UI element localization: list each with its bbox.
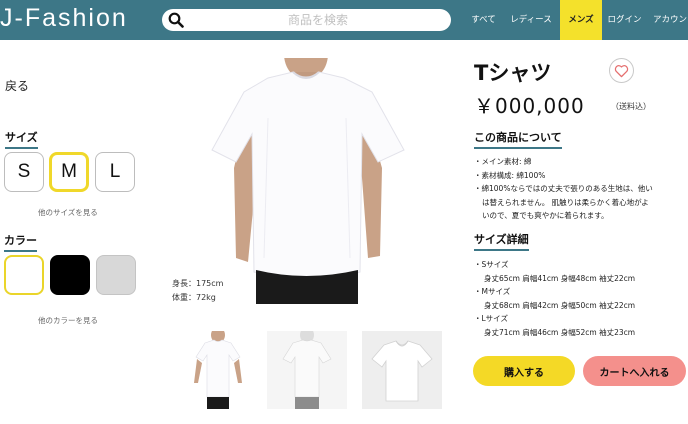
size-detail-heading: サイズ詳細 (474, 231, 529, 251)
size-detail-line: 身丈68cm 肩幅42cm 身幅50cm 袖丈22cm (484, 300, 636, 310)
about-line: ・綿100%ならではの丈夫で張りのある生地は、他い (474, 184, 653, 193)
search-bar[interactable] (162, 9, 451, 31)
top-header: J-Fashion すべて レディース メンズ ログイン アカウント (0, 0, 688, 40)
model-weight: 体重：72kg (172, 293, 216, 302)
product-description: ・メイン素材: 綿 ・素材構成: 綿100% ・綿100%ならではの丈夫で張りの… (474, 155, 688, 223)
thumbnail-2[interactable] (267, 331, 347, 409)
more-sizes-link[interactable]: 他のサイズを見る (38, 207, 98, 218)
site-logo[interactable]: J-Fashion (0, 4, 128, 33)
size-detail-line: ・Lサイズ (474, 314, 508, 323)
about-line: は替えられません。 肌触りは柔らかく着心地がよ (482, 197, 649, 207)
nav-account[interactable]: アカウント (647, 0, 688, 40)
size-option-m[interactable]: M (49, 152, 89, 192)
back-link[interactable]: 戻る (5, 77, 29, 94)
about-heading: この商品について (474, 129, 562, 149)
about-line: ・素材構成: 綿100% (474, 170, 546, 180)
size-option-s[interactable]: S (4, 152, 44, 192)
product-title: Tシャツ (474, 61, 552, 85)
size-detail-line: ・Mサイズ (474, 287, 511, 296)
color-option-black[interactable] (50, 255, 90, 295)
product-price: ￥000,000 (474, 94, 585, 118)
size-detail-line: 身丈65cm 肩幅41cm 身幅48cm 袖丈22cm (484, 273, 636, 283)
favorite-button[interactable] (609, 58, 634, 83)
add-to-cart-button[interactable]: カートへ入れる (583, 356, 686, 386)
nav-login[interactable]: ログイン (602, 0, 647, 40)
main-nav: すべて レディース メンズ ログイン アカウント (465, 0, 688, 40)
about-line: ・メイン素材: 綿 (474, 157, 532, 166)
main-product-image (172, 58, 440, 304)
size-detail-line: 身丈71cm 肩幅46cm 身幅52cm 袖丈23cm (484, 327, 636, 337)
nav-mens[interactable]: メンズ (560, 0, 602, 40)
size-option-l[interactable]: L (95, 152, 135, 192)
color-option-white[interactable] (4, 255, 44, 295)
search-input[interactable] (188, 9, 448, 31)
thumbnail-3[interactable] (362, 331, 442, 409)
shipping-note: （送料込） (611, 102, 651, 111)
heart-icon (614, 64, 629, 77)
product-page: J-Fashion すべて レディース メンズ ログイン アカウント 戻る サイ… (0, 0, 688, 424)
nav-all[interactable]: すべて (465, 0, 502, 40)
size-label: サイズ (5, 129, 38, 149)
thumbnail-1[interactable] (178, 331, 258, 409)
model-height: 身長：175cm (172, 279, 224, 288)
color-label: カラー (4, 232, 37, 252)
more-colors-link[interactable]: 他のカラーを見る (38, 315, 98, 326)
size-detail-list: ・Sサイズ 身丈65cm 肩幅41cm 身幅48cm 袖丈22cm ・Mサイズ … (474, 258, 635, 339)
nav-ladies[interactable]: レディース (502, 0, 560, 40)
search-icon[interactable] (168, 12, 184, 28)
color-option-gray[interactable] (96, 255, 136, 295)
buy-button[interactable]: 購入する (473, 356, 575, 386)
size-detail-line: ・Sサイズ (474, 260, 509, 269)
model-stats: 身長：175cm 体重：72kg (172, 277, 223, 305)
about-line: いので、夏でも爽やかに着られます。 (482, 211, 609, 220)
